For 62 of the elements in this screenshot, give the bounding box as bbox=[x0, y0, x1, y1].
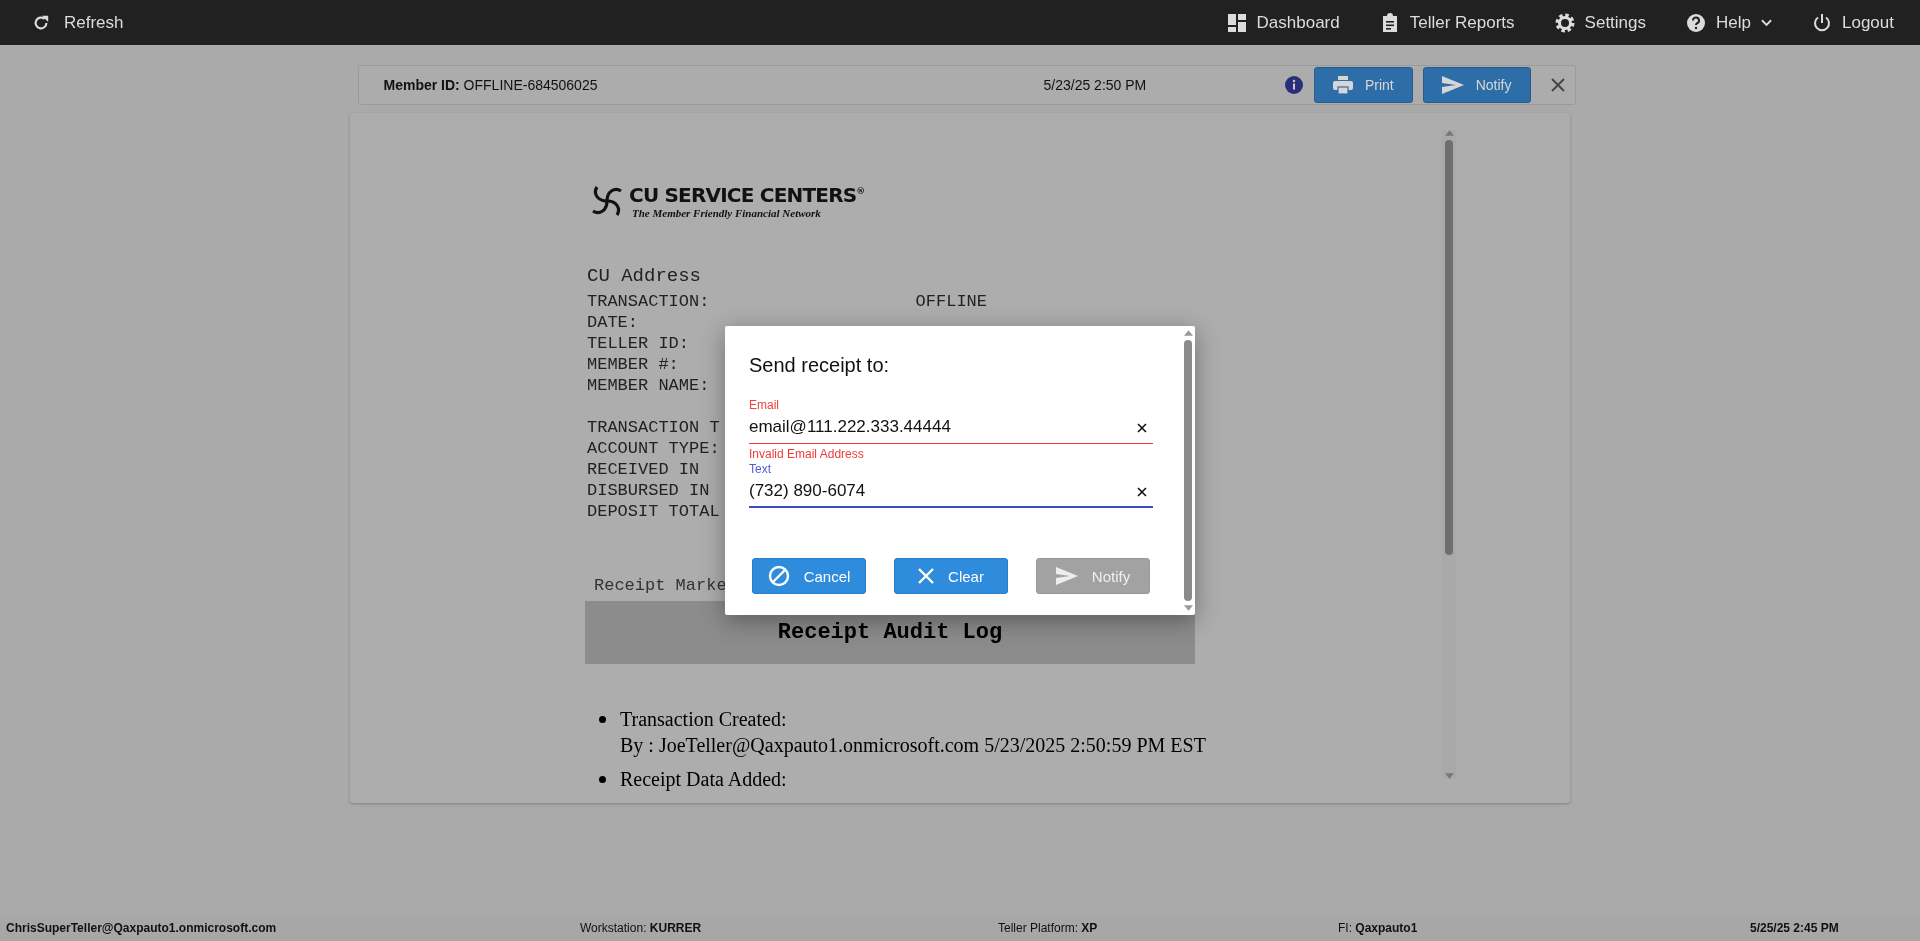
send-icon bbox=[1441, 76, 1464, 94]
clear-field-icon[interactable] bbox=[1137, 487, 1147, 497]
nav-link[interactable]: Dashboard bbox=[1226, 12, 1340, 33]
dashboard-icon bbox=[1226, 12, 1247, 33]
status-item: FI: Qaxpauto1 bbox=[1338, 921, 1419, 935]
scroll-down-icon[interactable] bbox=[1444, 773, 1454, 779]
settings-icon bbox=[1554, 12, 1575, 33]
member-datetime: 5/23/25 2:50 PM bbox=[1043, 77, 1148, 93]
toolbar-button[interactable]: Notify bbox=[1422, 67, 1531, 103]
status-user: ChrisSuperTeller@Qaxpauto1.onmicrosoft.com bbox=[6, 921, 278, 935]
audit-event: Receipt Data Added: bbox=[620, 767, 787, 792]
error-message: Invalid Email Address bbox=[749, 447, 865, 461]
help-icon bbox=[1686, 12, 1707, 33]
dialog-title: Send receipt to: bbox=[749, 354, 891, 377]
clear-field-icon[interactable] bbox=[1137, 423, 1147, 433]
field-label: Email bbox=[749, 398, 780, 412]
nav-link[interactable]: Settings bbox=[1554, 12, 1647, 33]
input-field[interactable]: (732) 890-6074 bbox=[749, 476, 1153, 508]
refresh-button[interactable]: Refresh bbox=[32, 12, 124, 33]
receipt-label: RECEIVED IN bbox=[587, 459, 700, 480]
nav-link[interactable]: Help bbox=[1686, 12, 1772, 33]
status-item: Workstation: KURRER bbox=[580, 921, 703, 935]
logo-tagline: The Member Friendly Financial Network bbox=[632, 207, 822, 219]
bullet-icon bbox=[599, 716, 606, 723]
nav-link[interactable]: Logout bbox=[1812, 12, 1894, 33]
dialog-button[interactable]: Cancel bbox=[752, 558, 866, 594]
send-icon bbox=[1055, 567, 1078, 585]
toolbar-button[interactable]: Print bbox=[1313, 67, 1413, 103]
audit-event: Transaction Created: bbox=[620, 707, 788, 732]
status-item: Teller Platform: XP bbox=[998, 921, 1099, 935]
receipt-label: TRANSACTION: bbox=[587, 291, 710, 312]
field-label: Text bbox=[749, 462, 772, 476]
status-datetime: 5/25/25 2:45 PM bbox=[1750, 921, 1839, 935]
close-icon bbox=[918, 568, 935, 584]
receipt-label: DISBURSED IN bbox=[587, 480, 710, 501]
receipt-address: CU Address bbox=[587, 265, 703, 287]
dialog-button[interactable]: Clear bbox=[894, 558, 1008, 594]
receipt-marketing: Receipt Marke bbox=[594, 576, 727, 595]
scroll-up-icon[interactable] bbox=[1444, 130, 1454, 136]
receipt-label: MEMBER NAME: bbox=[587, 375, 710, 396]
receipt-label: MEMBER #: bbox=[587, 354, 679, 375]
printer-icon bbox=[1332, 76, 1353, 94]
receipt-label: DATE: bbox=[587, 312, 638, 333]
receipt-label: DEPOSIT TOTAL bbox=[587, 501, 720, 522]
scrollbar[interactable] bbox=[1442, 130, 1456, 779]
cancel-icon bbox=[767, 565, 790, 587]
close-icon[interactable] bbox=[1550, 78, 1565, 92]
power-icon bbox=[1812, 12, 1832, 33]
bullet-icon bbox=[599, 776, 606, 783]
audit-detail: By : JoeTeller@Qaxpauto1.onmicrosoft.com 5/23/2025 2:50:59 PM EST bbox=[620, 733, 1206, 758]
refresh-icon bbox=[32, 13, 50, 32]
member-id: Member ID: OFFLINE-684506025 bbox=[383, 77, 599, 93]
receipt-label: ACCOUNT TYPE: bbox=[587, 438, 720, 459]
scroll-down-icon[interactable] bbox=[1183, 605, 1193, 611]
scroll-up-icon[interactable] bbox=[1183, 330, 1193, 336]
info-icon[interactable] bbox=[1284, 76, 1303, 94]
receipt-value: OFFLINE bbox=[915, 291, 987, 312]
receipt-label: TRANSACTION T bbox=[587, 417, 720, 438]
logo-name: CU SERVICE CENTERS$^{®}$ bbox=[629, 183, 865, 207]
input-field[interactable]: email@111.222.333.44444 bbox=[749, 412, 1153, 444]
nav-link[interactable]: Teller Reports bbox=[1379, 12, 1515, 33]
receipt-label: TELLER ID: bbox=[587, 333, 690, 354]
